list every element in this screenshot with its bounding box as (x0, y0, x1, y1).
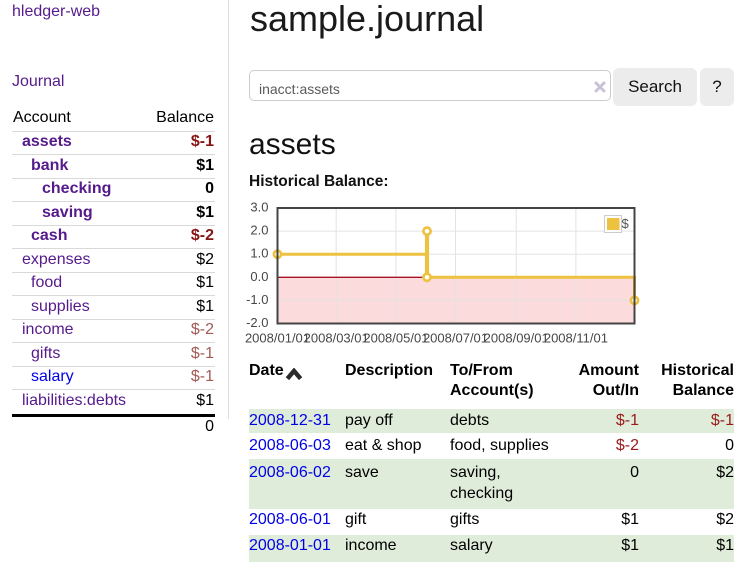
svg-text:2008/07/01: 2008/07/01 (423, 331, 488, 346)
svg-text:2008/11/01: 2008/11/01 (544, 331, 608, 346)
svg-text:2008/09/01: 2008/09/01 (484, 331, 549, 346)
svg-text:1.0: 1.0 (250, 246, 268, 261)
svg-text:-1.0: -1.0 (246, 292, 268, 307)
svg-text:-2.0: -2.0 (246, 315, 268, 330)
svg-text:3.0: 3.0 (250, 200, 268, 215)
svg-text:2008/05/01: 2008/05/01 (363, 331, 428, 346)
svg-text:2008/03/01: 2008/03/01 (304, 331, 369, 346)
svg-text:0.0: 0.0 (250, 269, 268, 284)
svg-text:$: $ (622, 216, 630, 231)
svg-text:2.0: 2.0 (250, 223, 268, 238)
svg-text:2008/01/01: 2008/01/01 (245, 331, 310, 346)
